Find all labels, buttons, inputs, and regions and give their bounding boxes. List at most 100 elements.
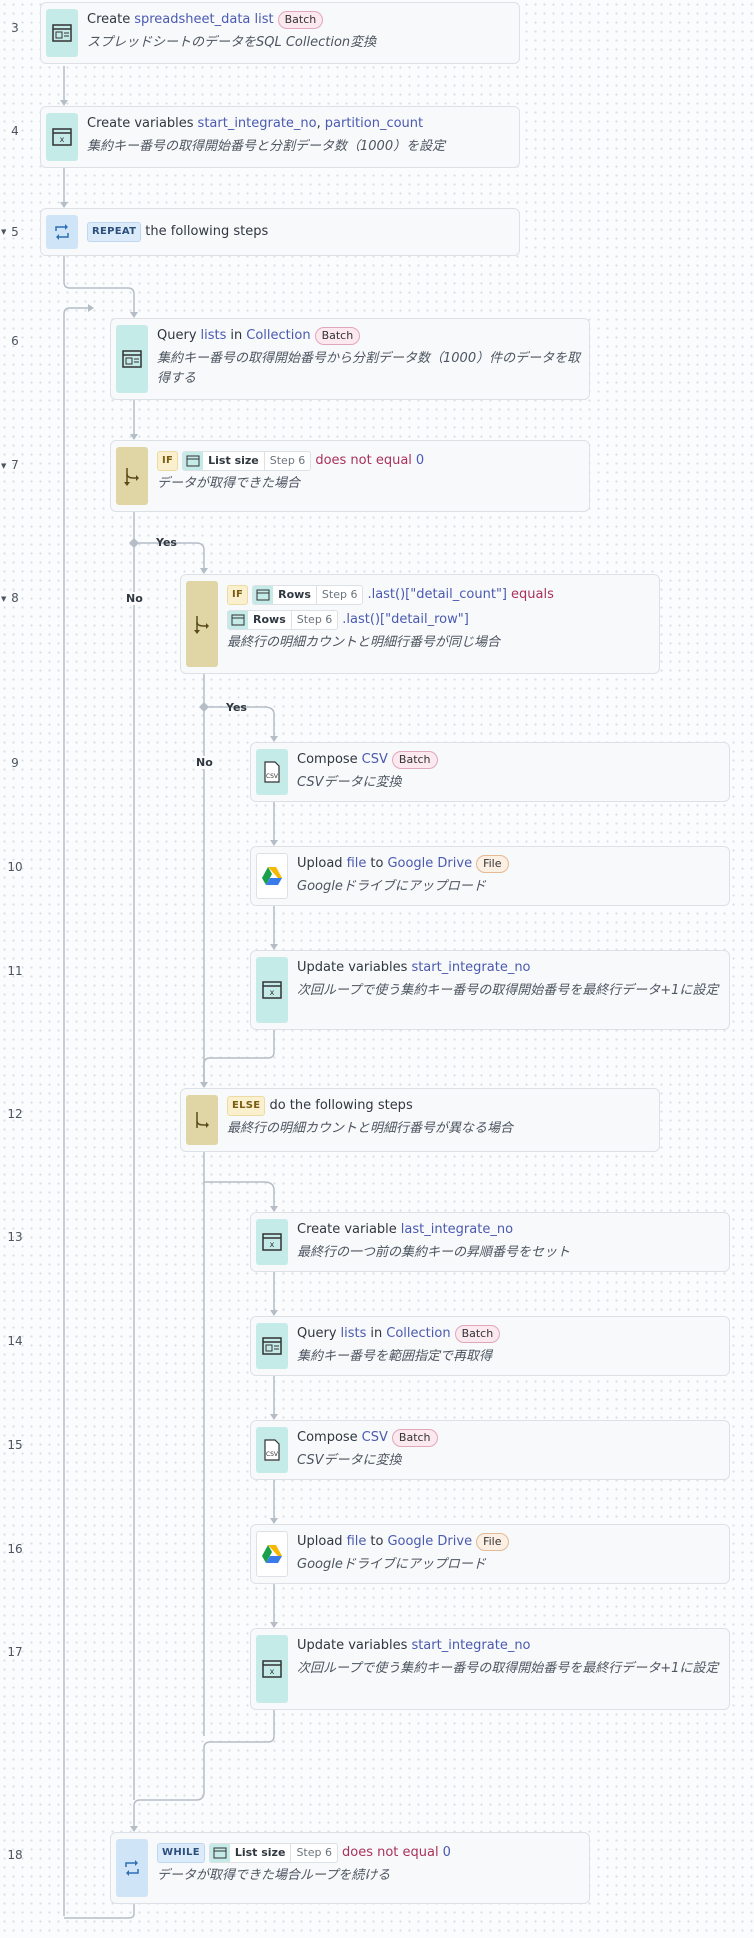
repeat-keyword: REPEAT (87, 222, 142, 242)
step-6-card[interactable]: Query lists in Collection Batch 集約キー番号の取得開始番… (110, 318, 590, 400)
line-number: 16 (7, 1542, 23, 1556)
collection-icon (116, 325, 148, 393)
expression: .last()["detail_row"] (342, 612, 469, 627)
datapill[interactable]: List size Step 6 (182, 451, 312, 471)
datapill-label: List size (234, 1846, 286, 1859)
line-number: 4 (11, 124, 19, 138)
step-9-card[interactable]: CSV Compose CSV Batch CSVデータに変換 (250, 742, 730, 802)
datapill[interactable]: List size Step 6 (208, 1843, 338, 1863)
step-description: CSVデータに変換 (297, 775, 402, 790)
step-description: スプレッドシートのデータをSQL Collection変換 (87, 35, 377, 50)
while-keyword: WHILE (157, 1843, 205, 1863)
step-description: Googleドライブにアップロード (297, 879, 486, 894)
separator: , (316, 116, 321, 131)
step-18-card[interactable]: WHILE List size Step 6 does not equal 0 デー… (110, 1832, 590, 1904)
csv-icon: CSV (256, 749, 288, 795)
step-description: Googleドライブにアップロード (297, 1557, 486, 1572)
line-number: 3 (11, 21, 19, 35)
source-link[interactable]: Collection (246, 326, 310, 346)
step-5-card[interactable]: REPEAT the following steps (40, 208, 520, 256)
line-number: 8 (11, 591, 19, 605)
variable-link[interactable]: start_integrate_no (198, 114, 317, 134)
line-number: 14 (7, 1334, 23, 1348)
object-link[interactable]: file (347, 854, 367, 874)
object-link[interactable]: CSV (362, 1428, 388, 1448)
step-8-card[interactable]: IF Rows Step 6 .last()["detail_count"] equ… (180, 574, 660, 674)
variable-link[interactable]: spreadsheet_data list (134, 10, 273, 30)
variable-link[interactable]: last_integrate_no (401, 1220, 513, 1240)
variable-link[interactable]: start_integrate_no (411, 958, 530, 978)
step-17-card[interactable]: x Update variables start_integrate_no 次回ル… (250, 1628, 730, 1710)
datapill-step: Step 6 (290, 610, 338, 630)
action-word: Compose (297, 752, 358, 767)
if-keyword: IF (157, 451, 179, 471)
line-number: 11 (7, 964, 23, 978)
svg-text:x: x (270, 1667, 275, 1676)
step-description: データが取得できた場合ループを続ける (157, 1868, 391, 1883)
connector-word: to (370, 1534, 384, 1549)
connector-word: to (370, 856, 384, 871)
line-number: 15 (7, 1438, 23, 1452)
repeat-icon (116, 1839, 148, 1897)
step-12-card[interactable]: ELSE do the following steps 最終行の明細カウントと明細… (180, 1088, 660, 1152)
line-number: 9 (11, 756, 19, 770)
step-13-card[interactable]: x Create variable last_integrate_no 最終行の一… (250, 1212, 730, 1272)
collection-icon (253, 586, 274, 604)
step-15-card[interactable]: CSV Compose CSV Batch CSVデータに変換 (250, 1420, 730, 1480)
step-4-card[interactable]: x Create variables start_integrate_no, par… (40, 106, 520, 168)
step-description: データが取得できた場合 (157, 476, 301, 491)
branch-yes-label: Yes (156, 536, 177, 549)
step-10-card[interactable]: Upload file to Google Drive File Googleドライブに… (250, 846, 730, 906)
object-link[interactable]: CSV (362, 750, 388, 770)
action-word: Create variable (297, 1222, 397, 1237)
destination-link[interactable]: Google Drive (387, 854, 472, 874)
source-link[interactable]: Collection (386, 1324, 450, 1344)
object-link[interactable]: lists (201, 326, 227, 346)
step-text: do the following steps (269, 1098, 413, 1113)
object-link[interactable]: lists (341, 1324, 367, 1344)
step-description: 次回ループで使う集約キー番号の取得開始番号を最終行データ+1に設定 (297, 983, 719, 998)
csv-icon: CSV (256, 1427, 288, 1473)
step-description: 最終行の一つ前の集約キーの昇順番号をセット (297, 1245, 571, 1260)
line-number: 5 (11, 225, 19, 239)
datapill[interactable]: Rows Step 6 (252, 585, 364, 605)
datapill[interactable]: Rows Step 6 (227, 610, 339, 630)
action-word: Update variables (297, 960, 408, 975)
datapill-label: List size (208, 454, 259, 467)
action-word: Query (157, 328, 197, 343)
svg-text:x: x (270, 988, 275, 997)
step-description: 最終行の明細カウントと明細行番号が異なる場合 (227, 1121, 514, 1136)
destination-link[interactable]: Google Drive (387, 1532, 472, 1552)
batch-badge: Batch (314, 327, 361, 345)
google-drive-icon (256, 1531, 288, 1577)
variable-link[interactable]: partition_count (325, 114, 423, 134)
datapill-step: Step 6 (290, 1843, 337, 1863)
step-7-card[interactable]: IF List size Step 6 does not equal 0 データが取… (110, 440, 590, 512)
batch-badge: Batch (391, 1429, 438, 1447)
file-badge: File (476, 855, 509, 873)
step-3-card[interactable]: Create spreadsheet_data list Batch スプレッドシー… (40, 2, 520, 64)
action-word: Create (87, 12, 131, 27)
collection-icon (46, 9, 78, 57)
step-description: 最終行の明細カウントと明細行番号が同じ場合 (227, 635, 501, 650)
step-text: the following steps (145, 224, 269, 239)
variable-link[interactable]: start_integrate_no (411, 1636, 530, 1656)
action-word: Create variables (87, 116, 194, 131)
variable-icon: x (256, 1219, 288, 1265)
action-word: Upload (297, 1534, 343, 1549)
branch-no-label: No (126, 592, 143, 605)
object-link[interactable]: file (347, 1532, 367, 1552)
action-word: Upload (297, 856, 343, 871)
variable-icon: x (46, 113, 78, 161)
datapill-label: Rows (278, 588, 311, 601)
step-14-card[interactable]: Query lists in Collection Batch 集約キー番号を範囲指定で… (250, 1316, 730, 1376)
condition-icon (116, 447, 148, 505)
step-11-card[interactable]: x Update variables start_integrate_no 次回ル… (250, 950, 730, 1030)
svg-text:x: x (60, 135, 65, 144)
line-number: 6 (11, 334, 19, 348)
file-badge: File (476, 1533, 509, 1551)
step-16-card[interactable]: Upload file to Google Drive File Googleドライブに… (250, 1524, 730, 1584)
branch-no-label: No (196, 756, 213, 769)
connector-word: in (230, 328, 243, 343)
line-number: 18 (7, 1848, 23, 1862)
